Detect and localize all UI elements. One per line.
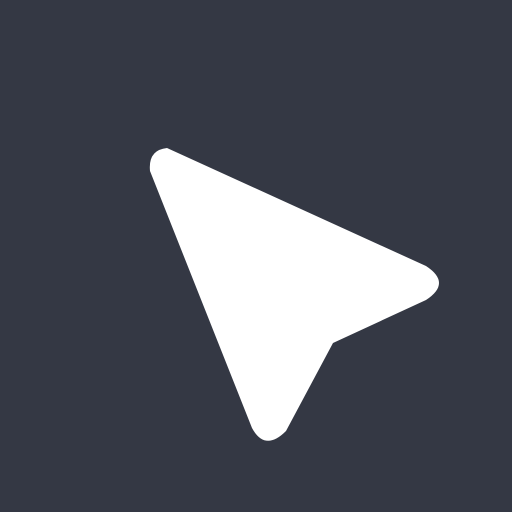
cursor-arrow-icon bbox=[0, 0, 512, 512]
app-icon-canvas bbox=[0, 0, 512, 512]
cursor-arrow-shape bbox=[149, 148, 440, 441]
